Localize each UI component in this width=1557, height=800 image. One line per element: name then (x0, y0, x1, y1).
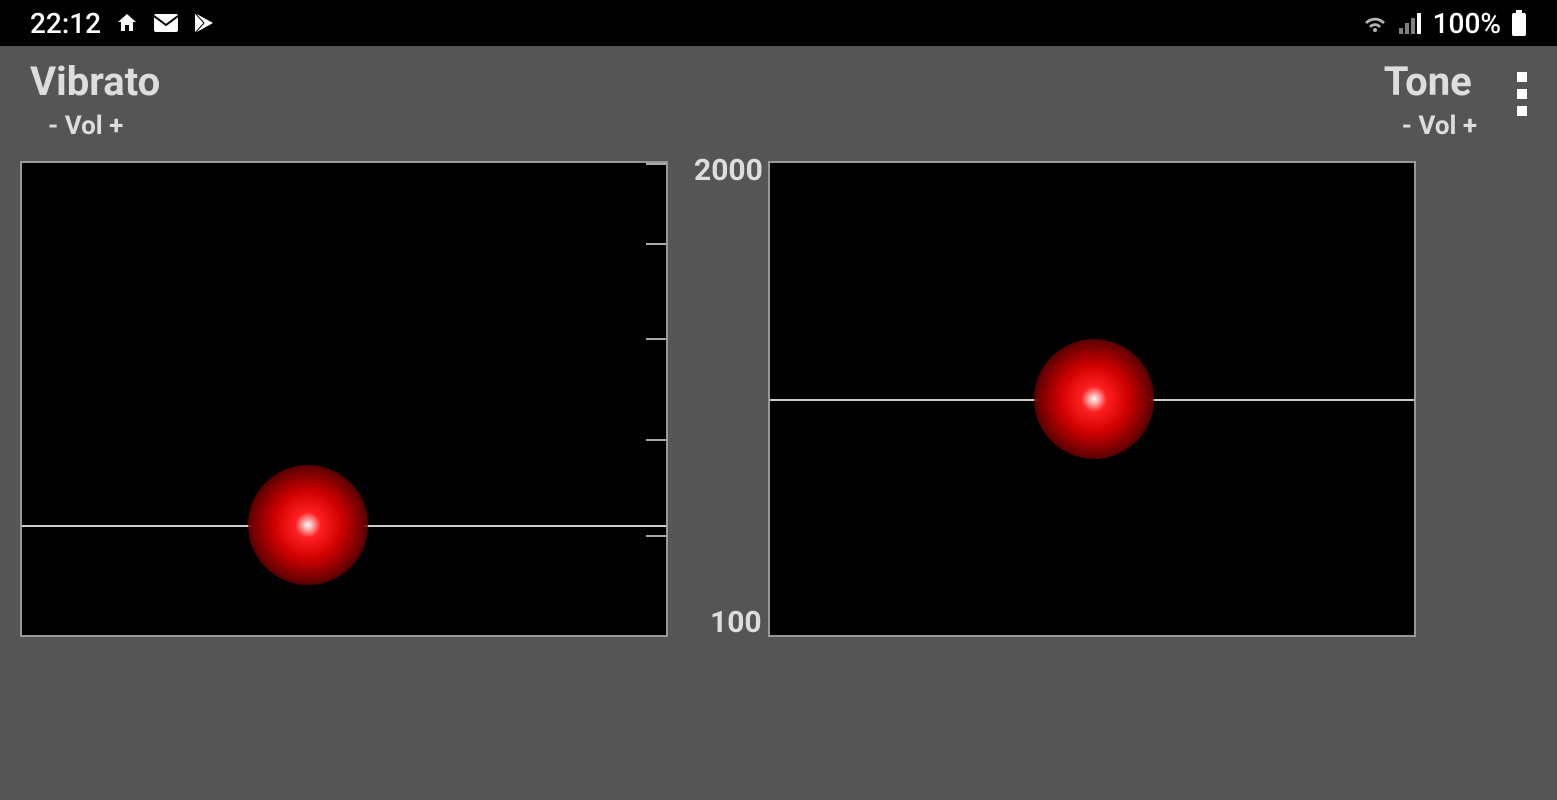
vibrato-title: Vibrato (30, 58, 160, 105)
tone-tick (768, 535, 770, 537)
tone-header: Tone - Vol + (1384, 58, 1477, 141)
vibrato-tick (646, 243, 668, 245)
tone-tick (768, 338, 770, 340)
tone-tick (768, 243, 770, 245)
tone-axis-top-label: 2000 (694, 153, 763, 188)
tone-level-line (770, 399, 1414, 401)
home-icon (115, 11, 139, 35)
vibrato-tick (646, 163, 668, 165)
vibrato-level-line (22, 525, 666, 527)
status-bar: 22:12 100% (0, 0, 1557, 46)
play-icon (193, 11, 215, 35)
vibrato-pad[interactable] (20, 161, 668, 637)
vibrato-tick (646, 635, 668, 637)
tone-pad[interactable] (768, 161, 1416, 637)
vibrato-tick (646, 439, 668, 441)
signal-icon (1399, 12, 1423, 34)
vibrato-volume-label: - Vol + (30, 111, 160, 141)
battery-icon (1511, 10, 1527, 36)
tone-title: Tone (1384, 58, 1472, 105)
app-body: Vibrato - Vol + Tone - Vol + (0, 46, 1557, 800)
tone-tick (768, 163, 770, 165)
tone-tick (768, 439, 770, 441)
wifi-icon (1361, 12, 1389, 34)
pads-row: 2000 100 (0, 141, 1557, 637)
tone-pad-wrap: 2000 100 (768, 161, 1416, 637)
header-row: Vibrato - Vol + Tone - Vol + (0, 46, 1557, 141)
tone-axis-bottom-label: 100 (710, 605, 762, 640)
vibrato-tick (646, 535, 668, 537)
vibrato-header: Vibrato - Vol + (30, 58, 160, 141)
menu-overflow-icon[interactable] (1517, 58, 1527, 116)
tone-volume-label: - Vol + (1384, 111, 1477, 141)
status-time: 22:12 (30, 7, 101, 40)
mail-icon (153, 13, 179, 33)
status-right: 100% (1361, 7, 1527, 40)
vibrato-pad-wrap (20, 161, 668, 637)
tone-tick (768, 635, 770, 637)
status-left: 22:12 (30, 7, 215, 40)
battery-text: 100% (1433, 7, 1501, 40)
vibrato-tick (646, 338, 668, 340)
